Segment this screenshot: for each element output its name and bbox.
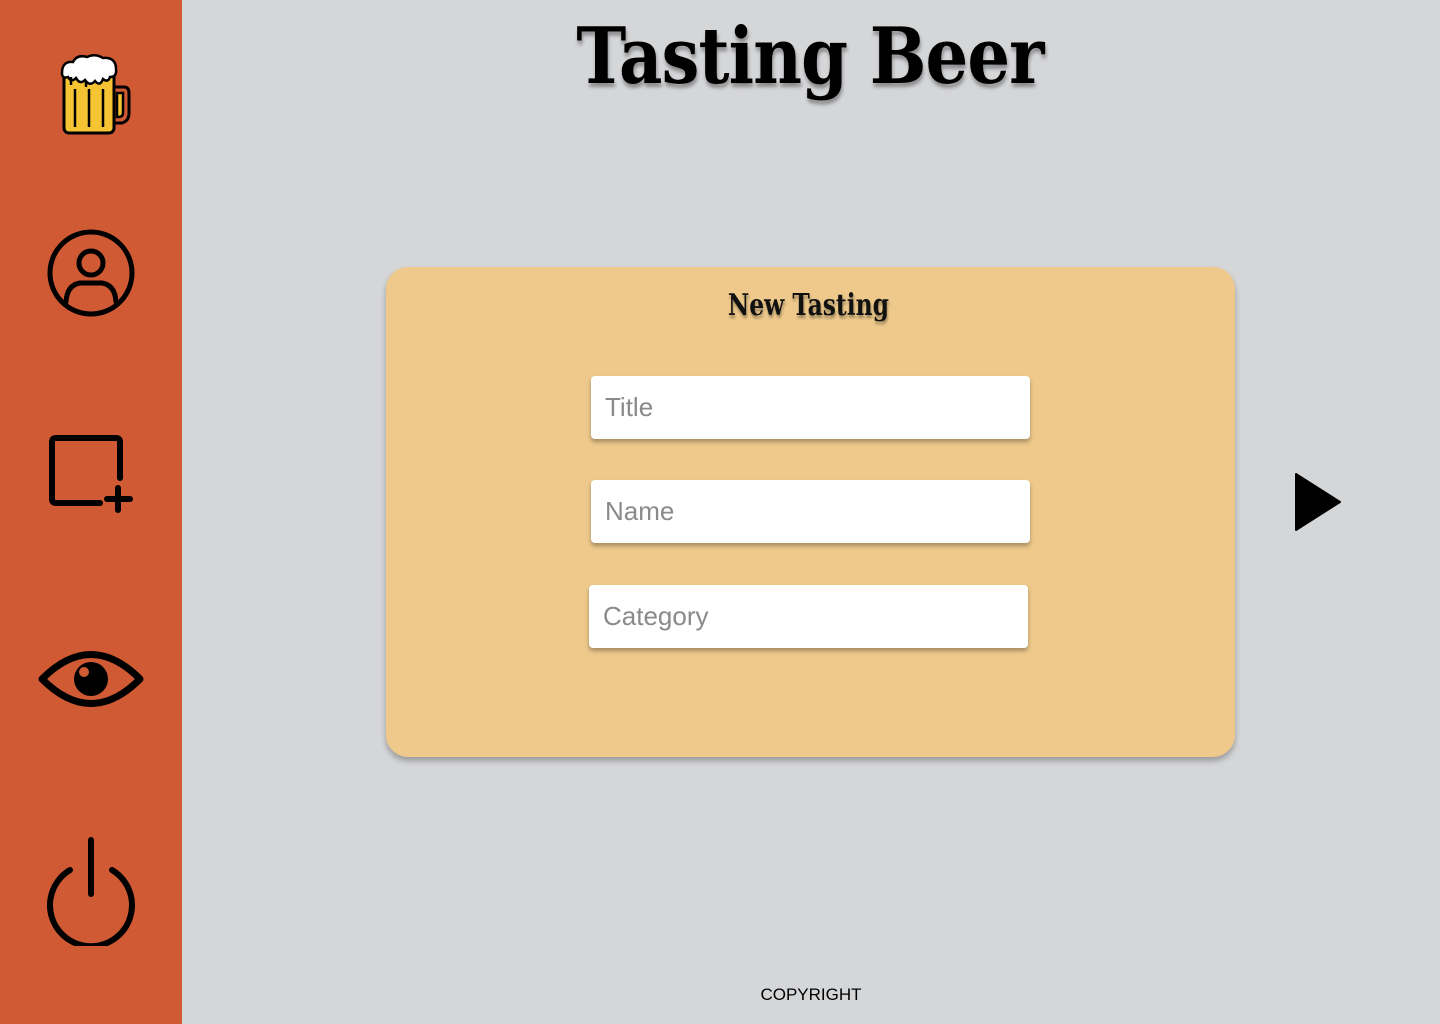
new-tasting-card: New Tasting: [386, 267, 1235, 757]
category-input[interactable]: [589, 585, 1028, 648]
sidebar: [0, 0, 182, 1024]
name-input[interactable]: [591, 480, 1030, 543]
user-profile-icon[interactable]: [45, 227, 137, 319]
power-icon[interactable]: [42, 834, 140, 946]
copyright-text: COPYRIGHT: [760, 985, 862, 1004]
title-input[interactable]: [591, 376, 1030, 439]
play-arrow-right-icon[interactable]: [1290, 468, 1346, 536]
card-title: New Tasting: [727, 288, 889, 323]
add-square-icon[interactable]: [46, 430, 136, 516]
beer-mug-icon[interactable]: [58, 53, 132, 135]
eye-icon[interactable]: [38, 644, 144, 714]
page-title: Tasting Beer: [576, 11, 1044, 102]
